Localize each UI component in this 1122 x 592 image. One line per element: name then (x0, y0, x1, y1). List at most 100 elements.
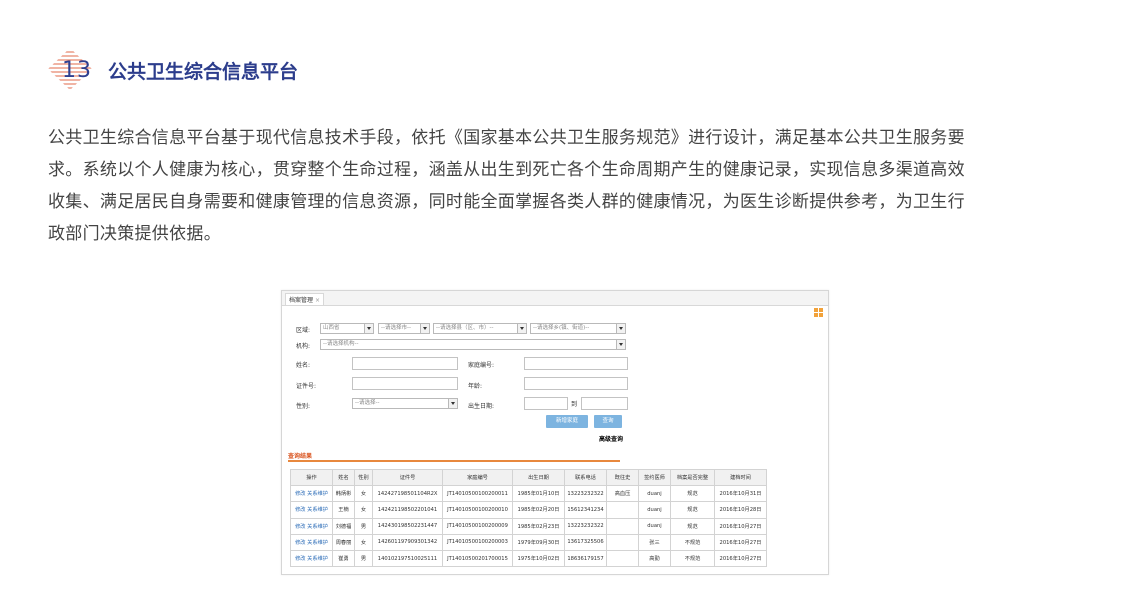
cell-family-no: JT14010500100200009 (442, 517, 513, 535)
chevron-down-icon (616, 340, 625, 349)
cell-gender: 女 (354, 533, 373, 551)
cell-doctor: 高勤 (638, 549, 671, 568)
column-header[interactable]: 证件号 (372, 468, 443, 487)
column-header[interactable]: 家庭编号 (442, 468, 513, 487)
table-row: 修改 关系维护 周春丽 女 142601197909301342 JT14010… (290, 533, 767, 551)
column-header[interactable]: 性别 (354, 468, 373, 487)
table-row: 修改 关系维护 刘德福 男 142430198502231447 JT14010… (290, 517, 767, 535)
cell-complete: 规范 (670, 485, 715, 503)
cell-name: 周春丽 (332, 533, 355, 551)
cell-family-no: JT14010500100200003 (442, 533, 513, 551)
cell-created: 2016年10月27日 (714, 517, 767, 535)
intro-paragraph: 公共卫生综合信息平台基于现代信息技术手段，依托《国家基本公共卫生服务规范》进行设… (48, 122, 1078, 250)
age-input[interactable] (524, 377, 628, 390)
table-row: 修改 关系维护 韩炳彬 女 142427198501104R2X JT14010… (290, 485, 767, 503)
cell-id: 142430198502231447 (372, 517, 443, 535)
results-title: 查询结果 (288, 453, 313, 460)
city-select[interactable]: --请选择市-- (378, 323, 430, 334)
cell-created: 2016年10月28日 (714, 501, 767, 519)
row-actions-link[interactable]: 修改 关系维护 (290, 549, 333, 568)
province-value: 山西省 (323, 325, 340, 331)
region-label: 区域: (296, 327, 311, 334)
cell-family-no: JT14010500201700015 (442, 549, 513, 568)
cell-name: 刘德福 (332, 517, 355, 535)
search-button[interactable]: 查询 (594, 415, 622, 428)
org-placeholder: --请选择机构-- (323, 341, 359, 347)
advanced-search-link[interactable]: 高级查询 (599, 434, 623, 443)
cell-history (606, 533, 639, 551)
row-actions-link[interactable]: 修改 关系维护 (290, 501, 333, 519)
id-input[interactable] (352, 377, 458, 390)
cell-birth: 1985年02月20日 (512, 501, 565, 519)
row-actions-link[interactable]: 修改 关系维护 (290, 533, 333, 551)
province-select[interactable]: 山西省 (320, 323, 374, 334)
name-input[interactable] (352, 357, 458, 370)
cell-complete: 不规范 (670, 549, 715, 568)
column-header[interactable]: 操作 (290, 468, 333, 487)
cell-id: 140102197510025111 (372, 549, 443, 568)
intro-line: 收集、满足居民自身需要和健康管理的信息资源，同时能全面掌握各类人群的健康情况，为… (48, 192, 965, 212)
cell-birth: 1975年10月02日 (512, 549, 565, 568)
cell-id: 142427198501104R2X (372, 485, 443, 503)
row-actions-link[interactable]: 修改 关系维护 (290, 485, 333, 503)
cell-doctor: duanj (638, 517, 671, 535)
intro-line: 政部门决策提供依据。 (48, 224, 221, 244)
results-table: 操作 姓名 性别 证件号 家庭编号 出生日期 联系电话 既往史 签约医师 档案是… (290, 468, 767, 568)
family-no-input[interactable] (524, 357, 628, 370)
cell-history (606, 517, 639, 535)
column-header[interactable]: 建档时间 (714, 468, 767, 487)
row-actions-link[interactable]: 修改 关系维护 (290, 517, 333, 535)
cell-phone: 13617325506 (564, 533, 607, 551)
town-placeholder: --请选择乡(镇、街道)-- (533, 325, 590, 331)
cell-family-no: JT14010500100200011 (442, 485, 513, 503)
tab-archive-management[interactable]: 档案管理 × (285, 293, 325, 305)
cell-birth: 1985年01月10日 (512, 485, 565, 503)
results-divider (288, 460, 620, 462)
section-number: 13 (62, 58, 92, 83)
column-header[interactable]: 出生日期 (512, 468, 565, 487)
column-header[interactable]: 档案是否完整 (670, 468, 715, 487)
cell-created: 2016年10月31日 (714, 485, 767, 503)
birth-from-input[interactable] (524, 397, 568, 410)
cell-id: 142601197909301342 (372, 533, 443, 551)
chevron-down-icon (448, 399, 457, 408)
cell-name: 韩炳彬 (332, 485, 355, 503)
tab-close-icon[interactable]: × (315, 297, 320, 304)
chevron-down-icon (616, 324, 625, 333)
org-select[interactable]: --请选择机构-- (320, 339, 626, 350)
birth-label: 出生日期: (468, 403, 495, 410)
column-header[interactable]: 姓名 (332, 468, 355, 487)
intro-line: 公共卫生综合信息平台基于现代信息技术手段，依托《国家基本公共卫生服务规范》进行设… (48, 128, 965, 148)
tab-bar: 档案管理 × (282, 291, 828, 306)
town-select[interactable]: --请选择乡(镇、街道)-- (530, 323, 626, 334)
name-label: 姓名: (296, 362, 311, 369)
age-label: 年龄: (468, 383, 483, 390)
cell-family-no: JT14010500100200010 (442, 501, 513, 519)
add-family-button[interactable]: 新增家庭 (546, 415, 588, 428)
cell-birth: 1985年02月23日 (512, 517, 565, 535)
cell-doctor: duanj (638, 485, 671, 503)
cell-history: 高血压 (606, 485, 639, 503)
section-title: 公共卫生综合信息平台 (108, 61, 299, 83)
district-placeholder: --请选择县（区、市）-- (436, 325, 494, 331)
column-header[interactable]: 既往史 (606, 468, 639, 487)
cell-complete: 规范 (670, 501, 715, 519)
app-screenshot: 档案管理 × 区域: 山西省 --请选择市-- --请选择县（区、市）-- --请… (281, 290, 829, 575)
cell-name: 王楠 (332, 501, 355, 519)
table-row: 修改 关系维护 王楠 女 142421198502201041 JT140105… (290, 501, 767, 519)
gender-select[interactable]: --请选择-- (352, 398, 458, 409)
cell-gender: 男 (354, 549, 373, 568)
family-no-label: 家庭编号: (468, 362, 495, 369)
column-header[interactable]: 签约医师 (638, 468, 671, 487)
cell-created: 2016年10月27日 (714, 549, 767, 568)
city-placeholder: --请选择市-- (381, 325, 411, 331)
tab-label: 档案管理 (289, 297, 314, 304)
district-select[interactable]: --请选择县（区、市）-- (433, 323, 527, 334)
birth-to-input[interactable] (581, 397, 628, 410)
cell-gender: 女 (354, 501, 373, 519)
cell-history (606, 549, 639, 568)
cell-gender: 女 (354, 485, 373, 503)
grid-menu-icon[interactable] (814, 308, 823, 317)
column-header[interactable]: 联系电话 (564, 468, 607, 487)
cell-created: 2016年10月27日 (714, 533, 767, 551)
